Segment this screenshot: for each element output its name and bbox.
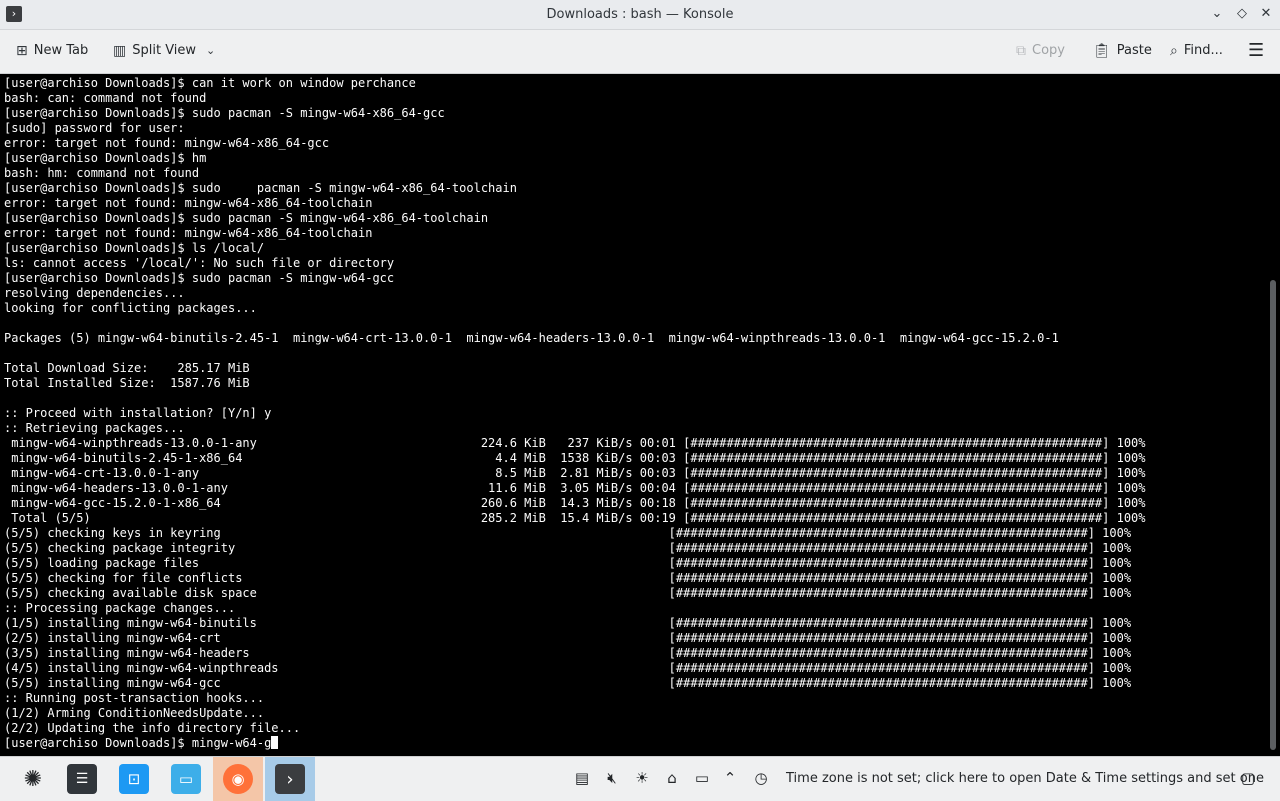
paste-button[interactable]: 📋︎ Paste xyxy=(1093,38,1152,64)
terminal-line: [user@archiso Downloads]$ sudo pacman -S… xyxy=(4,181,517,195)
minimize-icon[interactable]: ⌄ xyxy=(1208,5,1226,23)
terminal-line: (5/5) checking package integrity [######… xyxy=(4,541,1132,555)
split-view-button[interactable]: ▥ Split View ⌄ xyxy=(113,38,215,64)
terminal-line: Total (5/5) 285.2 MiB 15.4 MiB/s 00:19 [… xyxy=(11,511,1146,525)
terminal-line: (3/5) installing mingw-w64-headers [####… xyxy=(4,646,1132,660)
terminal-line: error: target not found: mingw-w64-x86_6… xyxy=(4,136,330,150)
system-settings-icon[interactable]: ☰ xyxy=(57,757,107,801)
terminal-line: Packages (5) mingw-w64-binutils-2.45-1 m… xyxy=(4,331,1059,345)
find-button[interactable]: ⌕ Find... xyxy=(1170,38,1223,64)
terminal-line: bash: can: command not found xyxy=(4,91,207,105)
show-desktop-icon[interactable]: ▢ xyxy=(1238,769,1258,787)
terminal-line: (5/5) checking for file conflicts [#####… xyxy=(4,571,1132,585)
terminal-line: bash: hm: command not found xyxy=(4,166,200,180)
terminal-line: [user@archiso Downloads]$ sudo pacman -S… xyxy=(4,271,395,285)
terminal-line: :: Processing package changes... xyxy=(4,601,236,615)
terminal-line: (2/2) Updating the info directory file..… xyxy=(4,721,301,735)
terminal-scrollbar[interactable] xyxy=(1266,74,1280,756)
terminal-line: mingw-w64-crt-13.0.0-1-any 8.5 MiB 2.81 … xyxy=(11,466,1146,480)
terminal-line: (2/5) installing mingw-w64-crt [########… xyxy=(4,631,1132,645)
terminal-line: mingw-w64-winpthreads-13.0.0-1-any 224.6… xyxy=(11,436,1146,450)
terminal-prompt-line: [user@archiso Downloads]$ mingw-w64-g xyxy=(4,736,272,750)
terminal-line: (1/5) installing mingw-w64-binutils [###… xyxy=(4,616,1132,630)
usb-device-icon[interactable]: ⌂ xyxy=(662,769,682,787)
terminal-line: Total Installed Size: 1587.76 MiB xyxy=(4,376,250,390)
dolphin-file-manager-icon[interactable]: ▭ xyxy=(161,757,211,801)
paste-icon: 📋︎ xyxy=(1093,43,1111,59)
terminal-line: mingw-w64-binutils-2.45-1-x86_64 4.4 MiB… xyxy=(11,451,1146,465)
clipboard-icon[interactable]: ▤ xyxy=(572,769,592,787)
konsole-icon[interactable]: › xyxy=(265,757,315,801)
clock-warning-icon[interactable]: ◷ xyxy=(751,769,771,787)
terminal-line: [sudo] password for user: xyxy=(4,121,185,135)
copy-button[interactable]: ⧉ Copy xyxy=(1016,38,1065,64)
terminal-line: [user@archiso Downloads]$ hm xyxy=(4,151,207,165)
terminal-history: [user@archiso Downloads]$ can it work on… xyxy=(4,76,1146,735)
firefox-icon[interactable]: ◉ xyxy=(213,757,263,801)
terminal-line: [user@archiso Downloads]$ sudo pacman -S… xyxy=(4,211,489,225)
paste-label: Paste xyxy=(1116,43,1152,58)
toolbar: ⊞ New Tab ▥ Split View ⌄ ⧉ Copy 📋︎ Paste… xyxy=(0,30,1280,74)
copy-icon: ⧉ xyxy=(1016,43,1026,59)
terminal-line: (5/5) checking available disk space [###… xyxy=(4,586,1132,600)
volume-muted-icon[interactable]: 🔇︎ xyxy=(602,769,622,787)
new-tab-icon: ⊞ xyxy=(16,43,28,59)
split-view-icon: ▥ xyxy=(113,43,127,59)
terminal-view[interactable]: [user@archiso Downloads]$ can it work on… xyxy=(0,74,1266,756)
terminal-line: :: Running post-transaction hooks... xyxy=(4,691,265,705)
terminal-line: looking for conflicting packages... xyxy=(4,301,257,315)
terminal-line: (1/2) Arming ConditionNeedsUpdate... xyxy=(4,706,265,720)
close-icon[interactable]: ✕ xyxy=(1257,5,1275,23)
terminal-output[interactable]: [user@archiso Downloads]$ can it work on… xyxy=(0,74,1266,751)
terminal-line: (5/5) installing mingw-w64-gcc [########… xyxy=(4,676,1132,690)
display-config-icon[interactable]: ▭ xyxy=(692,769,712,787)
terminal-line: (4/5) installing mingw-w64-winpthreads [… xyxy=(4,661,1132,675)
terminal-line: error: target not found: mingw-w64-x86_6… xyxy=(4,226,373,240)
discover-store-icon[interactable]: ⊡ xyxy=(109,757,159,801)
terminal-line: mingw-w64-gcc-15.2.0-1-x86_64 260.6 MiB … xyxy=(11,496,1146,510)
chevron-down-icon[interactable]: ⌄ xyxy=(206,38,215,64)
app-launcher-icon[interactable]: ✺ xyxy=(8,757,58,801)
tray-expand-icon[interactable]: ⌃ xyxy=(720,769,740,787)
terminal-line: :: Proceed with installation? [Y/n] y xyxy=(4,406,272,420)
maximize-icon[interactable]: ◇ xyxy=(1233,5,1251,23)
scrollbar-thumb[interactable] xyxy=(1270,280,1276,750)
new-tab-label: New Tab xyxy=(33,43,89,58)
terminal-line: error: target not found: mingw-w64-x86_6… xyxy=(4,196,373,210)
timezone-message[interactable]: Time zone is not set; click here to open… xyxy=(786,757,1264,801)
terminal-line: (5/5) checking keys in keyring [########… xyxy=(4,526,1132,540)
split-view-label: Split View xyxy=(132,43,197,58)
terminal-line: Total Download Size: 285.17 MiB xyxy=(4,361,250,375)
brightness-icon[interactable]: ☀ xyxy=(632,769,652,787)
copy-label: Copy xyxy=(1032,43,1065,58)
terminal-line: [user@archiso Downloads]$ ls /local/ xyxy=(4,241,265,255)
window-title: Downloads : bash — Konsole xyxy=(546,7,734,22)
new-tab-button[interactable]: ⊞ New Tab xyxy=(16,38,88,64)
terminal-line: resolving dependencies... xyxy=(4,286,185,300)
terminal-line: :: Retrieving packages... xyxy=(4,421,185,435)
terminal-line: ls: cannot access '/local/': No such fil… xyxy=(4,256,395,270)
terminal-line: [user@archiso Downloads]$ can it work on… xyxy=(4,76,416,90)
terminal-line: (5/5) loading package files [###########… xyxy=(4,556,1132,570)
taskbar: ✺ ☰ ⊡ ▭ ◉ › ▤ 🔇︎ ☀ ⌂ ▭ ⌃ ◷ Time zone is … xyxy=(0,756,1280,801)
terminal-line: [user@archiso Downloads]$ sudo pacman -S… xyxy=(4,106,445,120)
terminal-line: mingw-w64-headers-13.0.0-1-any 11.6 MiB … xyxy=(11,481,1146,495)
terminal-cursor xyxy=(271,736,279,749)
find-label: Find... xyxy=(1183,43,1223,58)
hamburger-menu-icon[interactable]: ☰ xyxy=(1248,38,1264,64)
title-bar[interactable]: › Downloads : bash — Konsole ⌄ ◇ ✕ xyxy=(0,0,1280,30)
search-icon: ⌕ xyxy=(1170,43,1178,59)
